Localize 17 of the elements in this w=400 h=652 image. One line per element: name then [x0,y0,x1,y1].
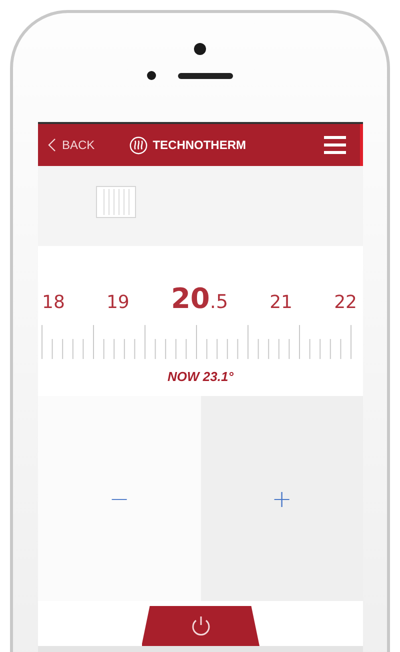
chevron-left-icon [48,138,56,152]
speaker-icon [178,72,233,78]
temperature-label: 19 [106,292,130,313]
back-button[interactable]: BACK [48,138,95,152]
temperature-label: 22 [334,292,357,313]
temperature-label: 21 [270,292,293,313]
heat-logo-icon [128,136,148,154]
brand-name: TECHNOTHERM [152,138,246,152]
camera-icon [194,43,206,55]
increase-button[interactable]: + [200,396,363,601]
temperature-label: 18 [42,292,65,313]
sensor-icon [147,71,156,80]
current-temperature: NOW 23.1° [168,369,234,384]
radiator-icon [96,186,136,218]
decrease-button[interactable]: − [38,396,200,601]
menu-icon[interactable] [324,136,346,154]
temperature-label: 20.5 [170,282,228,315]
